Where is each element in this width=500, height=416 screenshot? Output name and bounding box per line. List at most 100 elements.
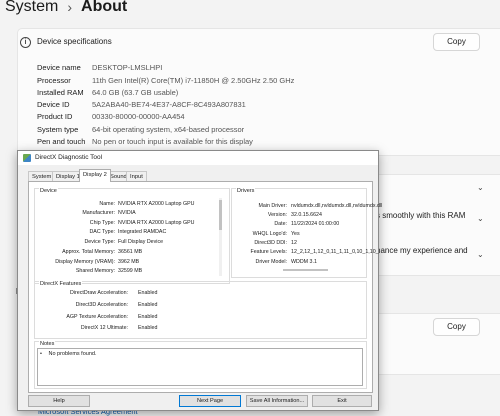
spec-label: Installed RAM [37, 88, 84, 97]
device-value: NVIDIA RTX A2000 Laptop GPU [118, 220, 195, 226]
directx-features-title: DirectX Features [39, 281, 83, 287]
save-all-information-button[interactable]: Save All Information... [246, 395, 308, 407]
feature-value: Enabled [138, 314, 158, 320]
device-row: Approx. Total Memory: 36561 MB [34, 249, 224, 257]
notes-item-text: No problems found. [48, 351, 97, 357]
device-row: Manufacturer: NVIDIA [34, 210, 224, 218]
breadcrumb: System › About [5, 0, 127, 18]
ram-tip-text: s smoothly with this RAM [376, 211, 466, 220]
device-row: DAC Type: Integrated RAMDAC [34, 229, 224, 237]
spec-label: Device ID [37, 100, 70, 109]
copy-specs-button[interactable]: Copy [433, 33, 480, 51]
driver-label: Date: [274, 221, 287, 227]
device-row: Name: NVIDIA RTX A2000 Laptop GPU [34, 201, 224, 209]
device-row: Chip Type: NVIDIA RTX A2000 Laptop GPU [34, 220, 224, 228]
driver-row: Date: 11/22/2024 01:00:00 [231, 221, 363, 229]
device-value: 32599 MB [118, 268, 143, 274]
device-row: Shared Memory: 32599 MB [34, 268, 224, 276]
device-label: Device Type: [84, 239, 115, 245]
chevron-down-icon[interactable]: ⌄ [477, 183, 484, 192]
page-title: About [81, 0, 128, 15]
spec-label: Pen and touch [37, 137, 86, 146]
feature-value: Enabled [138, 290, 158, 296]
device-label: DAC Type: [89, 229, 115, 235]
driver-label: Main Driver: [258, 203, 287, 209]
feature-label: AGP Texture Acceleration: [66, 314, 128, 320]
driver-value: 11/22/2024 01:00:00 [291, 221, 340, 227]
feature-value: Enabled [138, 302, 158, 308]
spec-value: 5A2ABA40-BE74-4E37-A8CF-8C493A807831 [92, 100, 246, 109]
feature-row: Direct3D Acceleration: Enabled [34, 302, 194, 310]
driver-label: WHQL Logo'd: [252, 231, 287, 237]
device-label: Chip Type: [89, 220, 115, 226]
spec-value: DESKTOP-LMSLHPI [92, 63, 163, 72]
drivers-scrollbar-thumb[interactable] [283, 269, 328, 271]
driver-value: WDDM 3.1 [291, 259, 317, 265]
spec-value: 64-bit operating system, x64-based proce… [92, 125, 245, 134]
device-specifications-card [17, 28, 500, 156]
driver-value: 12 [291, 240, 297, 246]
device-label: Shared Memory: [75, 268, 115, 274]
spec-label: System type [37, 125, 79, 134]
device-specifications-title: Device specifications [37, 37, 112, 46]
device-label: Display Memory (VRAM): [55, 259, 115, 265]
spec-value: 00330-80000-00000-AA454 [92, 112, 185, 121]
spec-value: 64.0 GB (63.7 GB usable) [92, 88, 179, 97]
driver-value: 32.0.15.6624 [291, 212, 322, 218]
notes-item: • No problems found. [40, 351, 96, 357]
device-row: Display Memory (VRAM): 3962 MB [34, 259, 224, 267]
dxdiag-window: DirectX Diagnostic Tool System Display 1… [17, 150, 382, 411]
feature-label: DirectDraw Acceleration: [70, 290, 128, 296]
driver-label: Version: [267, 212, 287, 218]
info-icon: i [20, 37, 31, 48]
tab-display-2[interactable]: Display 2 [79, 169, 111, 182]
driver-row: Direct3D DDI: 12 [231, 240, 363, 248]
driver-label: Feature Levels: [250, 249, 287, 255]
driver-row: WHQL Logo'd: Yes [231, 231, 363, 239]
driver-label: Driver Model: [255, 259, 288, 265]
spec-label: Product ID [37, 112, 73, 121]
device-value: 36561 MB [118, 249, 143, 255]
copy-windows-specs-button[interactable]: Copy [433, 318, 480, 336]
feature-row: DirectDraw Acceleration: Enabled [34, 290, 194, 298]
device-group-title: Device [39, 188, 58, 194]
device-label: Manufacturer: [82, 210, 115, 216]
feature-value: Enabled [138, 325, 158, 331]
dxdiag-titlebar[interactable]: DirectX Diagnostic Tool [18, 151, 378, 165]
device-label: Approx. Total Memory: [62, 249, 115, 255]
feature-label: DirectX 12 Ultimate: [80, 325, 128, 331]
device-row: Device Type: Full Display Device [34, 239, 224, 247]
bullet-icon: • [40, 351, 42, 357]
chevron-right-icon: › [67, 0, 73, 15]
chevron-down-icon[interactable]: ⌄ [477, 214, 484, 223]
device-value: NVIDIA RTX A2000 Laptop GPU [118, 201, 195, 207]
driver-row: Main Driver: nvldumdx.dll,nvldumdx.dll,nv… [231, 203, 382, 211]
feature-label: Direct3D Acceleration: [75, 302, 128, 308]
next-page-button[interactable]: Next Page [179, 395, 241, 407]
device-scrollbar-thumb[interactable] [219, 200, 222, 230]
exit-button[interactable]: Exit [312, 395, 372, 407]
drivers-group-title: Drivers [236, 188, 256, 194]
device-label: Name: [99, 201, 115, 207]
feature-row: DirectX 12 Ultimate: Enabled [34, 325, 194, 333]
driver-row: Driver Model: WDDM 3.1 [231, 259, 363, 267]
device-value: Integrated RAMDAC [118, 229, 167, 235]
driver-value: nvldumdx.dll,nvldumdx.dll,nvldumdx.dll [291, 203, 383, 209]
driver-row: Feature Levels: 12_2,12_1,12_0,11_1,11_0,… [231, 249, 378, 257]
driver-value: Yes [291, 231, 300, 237]
feature-row: AGP Texture Acceleration: Enabled [34, 314, 194, 322]
breadcrumb-parent[interactable]: System [5, 0, 58, 16]
dxdiag-title: DirectX Diagnostic Tool [35, 154, 103, 161]
driver-value: 12_2,12_1,12_0,11_1,11_0,10_1,10_ [291, 249, 379, 255]
device-value: NVIDIA [118, 210, 136, 216]
chevron-down-icon[interactable]: ⌄ [477, 250, 484, 259]
help-button[interactable]: Help [28, 395, 90, 407]
spec-label: Processor [37, 76, 71, 85]
directx-app-icon [23, 154, 31, 162]
driver-row: Version: 32.0.15.6624 [231, 212, 363, 220]
device-value: Full Display Device [118, 239, 164, 245]
notes-title: Notes [39, 341, 56, 347]
device-value: 3962 MB [118, 259, 140, 265]
driver-label: Direct3D DDI: [254, 240, 287, 246]
spec-value: No pen or touch input is available for t… [92, 137, 253, 146]
